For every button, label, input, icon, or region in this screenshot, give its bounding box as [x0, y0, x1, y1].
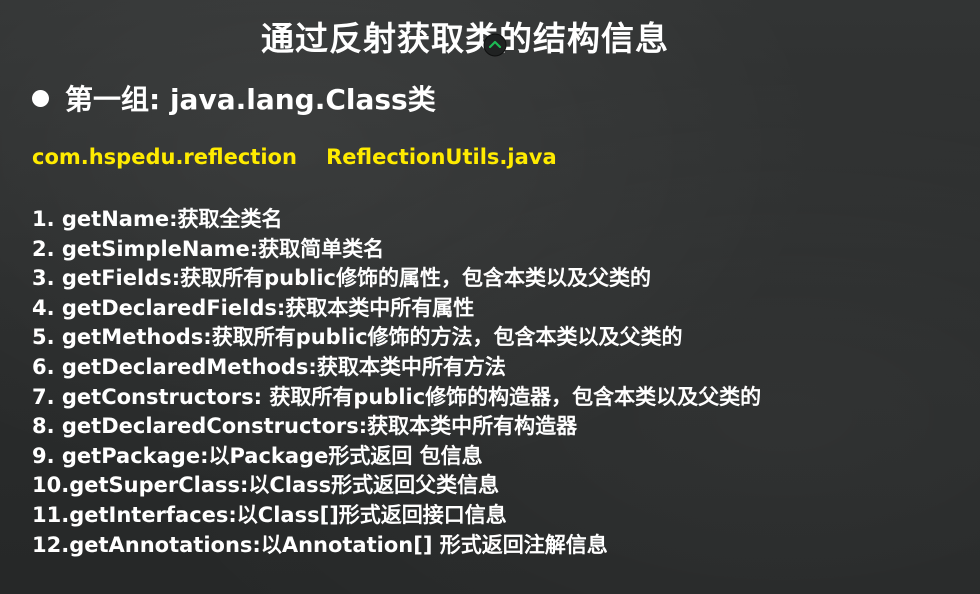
method-item: 4. getDeclaredFields:获取本类中所有属性	[32, 295, 475, 320]
method-item: 10.getSuperClass:以Class形式返回父类信息	[32, 473, 500, 498]
method-list: 1. getName:获取全类名 2. getSimpleName:获取简单类名…	[32, 205, 761, 560]
method-item: 12.getAnnotations:以Annotation[] 形式返回注解信息	[32, 532, 608, 557]
method-item: 9. getPackage:以Package形式返回 包信息	[32, 443, 483, 468]
slide-title: 通过反射获取类的结构信息	[261, 19, 669, 58]
method-item: 1. getName:获取全类名	[32, 207, 283, 231]
package-line: com.hspedu.reflection ReflectionUtils.ja…	[32, 145, 557, 169]
group-heading: 第一组: java.lang.Class类	[65, 83, 436, 116]
method-item: 3. getFields:获取所有public修饰的属性，包含本类以及父类的	[32, 266, 651, 291]
method-item: 2. getSimpleName:获取简单类名	[32, 236, 385, 261]
slide: 通过反射获取类的结构信息 第一组: java.lang.Class类 com.h…	[0, 0, 980, 594]
method-item: 7. getConstructors: 获取所有public修饰的构造器，包含本…	[32, 384, 762, 409]
method-item: 11.getInterfaces:以Class[]形式返回接口信息	[32, 502, 507, 527]
pointer-cursor-icon	[483, 33, 507, 57]
bullet-heading: 第一组: java.lang.Class类	[32, 78, 436, 118]
method-item: 8. getDeclaredConstructors:获取本类中所有构造器	[32, 414, 578, 439]
method-item: 6. getDeclaredMethods:获取本类中所有方法	[32, 354, 506, 379]
method-item: 5. getMethods:获取所有public修饰的方法，包含本类以及父类的	[32, 325, 683, 350]
bullet-dot-icon	[32, 89, 49, 107]
